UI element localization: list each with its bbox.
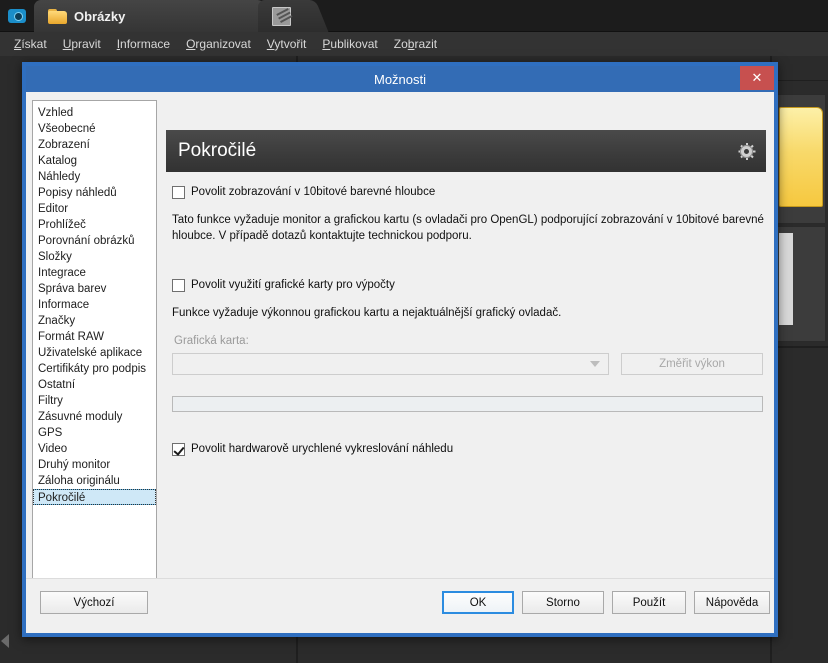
- sidebar-item-prohlizec[interactable]: Prohlížeč: [33, 217, 156, 233]
- collapse-panel-arrow-icon[interactable]: [1, 634, 9, 648]
- dialog-title-bar: Možnosti ✕: [26, 66, 774, 92]
- page-title: Pokročilé: [178, 140, 257, 161]
- menu-bar: Získat Upravit Informace Organizovat Vyt…: [0, 32, 828, 56]
- sidebar-item-filtry[interactable]: Filtry: [33, 393, 156, 409]
- tab-pictures-label: Obrázky: [74, 8, 126, 24]
- sidebar-item-zasuvne-moduly[interactable]: Zásuvné moduly: [33, 409, 156, 425]
- checkbox-row-10bit[interactable]: Povolit zobrazování v 10bitové barevné h…: [172, 185, 435, 199]
- defaults-button[interactable]: Výchozí: [40, 591, 148, 614]
- options-dialog: Možnosti ✕ Vzhled Všeobecné Zobrazení Ka…: [22, 62, 778, 637]
- thumbnail-cell[interactable]: [774, 226, 826, 342]
- chevron-down-icon: [590, 361, 600, 367]
- menu-item-informace-rest: nformace: [120, 37, 171, 51]
- cancel-button[interactable]: Storno: [522, 591, 604, 614]
- menu-item-upravit-rest: pravit: [71, 37, 101, 51]
- sidebar-item-gps[interactable]: GPS: [33, 425, 156, 441]
- sidebar-item-zaloha-originalu[interactable]: Záloha originálu: [33, 473, 156, 489]
- dialog-body: Vzhled Všeobecné Zobrazení Katalog Náhle…: [26, 92, 774, 633]
- dialog-title: Možnosti: [373, 71, 427, 87]
- sidebar-item-pokrocile[interactable]: Pokročilé: [33, 489, 156, 505]
- menu-item-vytvorit-rest: ytvořit: [274, 37, 307, 51]
- thumbnail-row-divider: [774, 80, 828, 81]
- sidebar-item-slozky[interactable]: Složky: [33, 249, 156, 265]
- gear-icon[interactable]: [738, 142, 755, 160]
- sidebar-item-integrace[interactable]: Integrace: [33, 265, 156, 281]
- menu-item-zobrazit-rest: razit: [414, 37, 438, 51]
- sidebar-item-ostatni[interactable]: Ostatní: [33, 377, 156, 393]
- menu-item-organizovat-rest: rganizovat: [195, 37, 251, 51]
- apply-button[interactable]: Použít: [612, 591, 686, 614]
- checkbox-gpu[interactable]: [172, 279, 185, 292]
- menu-item-publikovat[interactable]: Publikovat: [314, 35, 385, 53]
- sidebar-item-nahledy[interactable]: Náhledy: [33, 169, 156, 185]
- menu-item-publikovat-rest: ublikovat: [330, 37, 378, 51]
- checkbox-10bit[interactable]: [172, 186, 185, 199]
- sidebar-item-katalog[interactable]: Katalog: [33, 153, 156, 169]
- thumbnail-cell[interactable]: [774, 94, 826, 224]
- gpu-field-label: Grafická karta:: [174, 335, 249, 347]
- sidebar-item-certifikaty-pro-podpis[interactable]: Certifikáty pro podpis: [33, 361, 156, 377]
- dialog-footer: Výchozí OK Storno Použít Nápověda: [26, 578, 774, 633]
- options-category-list[interactable]: Vzhled Všeobecné Zobrazení Katalog Náhle…: [32, 100, 157, 580]
- thumbnail-row-divider: [774, 346, 828, 348]
- close-icon[interactable]: ✕: [740, 66, 774, 90]
- sidebar-item-vseobecne[interactable]: Všeobecné: [33, 121, 156, 137]
- checkbox-hwaccel-label: Povolit hardwarově urychlené vykreslován…: [191, 443, 454, 455]
- folder-icon: [48, 8, 67, 24]
- sidebar-item-sprava-barev[interactable]: Správa barev: [33, 281, 156, 297]
- sidebar-item-editor[interactable]: Editor: [33, 201, 156, 217]
- checkbox-10bit-label: Povolit zobrazování v 10bitové barevné h…: [191, 186, 436, 198]
- gpu-select[interactable]: [172, 353, 609, 375]
- help-button[interactable]: Nápověda: [694, 591, 770, 614]
- sidebar-item-porovnani-obrazku[interactable]: Porovnání obrázků: [33, 233, 156, 249]
- menu-item-upravit[interactable]: Upravit: [55, 35, 109, 53]
- sidebar-item-vzhled[interactable]: Vzhled: [33, 105, 156, 121]
- sidebar-item-informace[interactable]: Informace: [33, 297, 156, 313]
- sidebar-item-znacky[interactable]: Značky: [33, 313, 156, 329]
- pane-header: Pokročilé: [166, 130, 766, 172]
- performance-progress-bar: [172, 396, 763, 412]
- menu-item-informace[interactable]: Informace: [109, 35, 178, 53]
- checkbox-hwaccel[interactable]: [172, 443, 185, 456]
- tab-strip: Obrázky: [0, 0, 828, 32]
- sidebar-item-druhy-monitor[interactable]: Druhý monitor: [33, 457, 156, 473]
- menu-item-ziskat[interactable]: Získat: [6, 35, 55, 53]
- sidebar-item-format-raw[interactable]: Formát RAW: [33, 329, 156, 345]
- menu-item-organizovat[interactable]: Organizovat: [178, 35, 259, 53]
- sidebar-item-popisy-nahledu[interactable]: Popisy náhledů: [33, 185, 156, 201]
- camera-icon: [4, 4, 30, 28]
- edit-document-icon: [272, 6, 291, 26]
- checkbox-row-hwaccel[interactable]: Povolit hardwarově urychlené vykreslován…: [172, 442, 453, 456]
- measure-performance-button[interactable]: Změřit výkon: [621, 353, 763, 375]
- sidebar-item-zobrazeni[interactable]: Zobrazení: [33, 137, 156, 153]
- sidebar-item-video[interactable]: Video: [33, 441, 156, 457]
- sidebar-item-uzivatelske-aplikace[interactable]: Uživatelské aplikace: [33, 345, 156, 361]
- menu-item-zobrazit[interactable]: Zobrazit: [386, 35, 445, 53]
- menu-item-ziskat-rest: ískat: [21, 37, 47, 51]
- ok-button[interactable]: OK: [442, 591, 514, 614]
- options-pane: Pokročilé Povolit zobrazování v 10bitové…: [166, 100, 766, 580]
- tab-pictures[interactable]: Obrázky: [34, 0, 277, 32]
- menu-item-vytvorit[interactable]: Vytvořit: [259, 35, 315, 53]
- description-gpu: Funkce vyžaduje výkonnou grafickou kartu…: [172, 307, 562, 319]
- tab-editor[interactable]: [258, 0, 329, 32]
- checkbox-gpu-label: Povolit využití grafické karty pro výpoč…: [191, 279, 395, 291]
- checkbox-row-gpu[interactable]: Povolit využití grafické karty pro výpoč…: [172, 278, 395, 292]
- description-10bit: Tato funkce vyžaduje monitor a grafickou…: [172, 214, 764, 242]
